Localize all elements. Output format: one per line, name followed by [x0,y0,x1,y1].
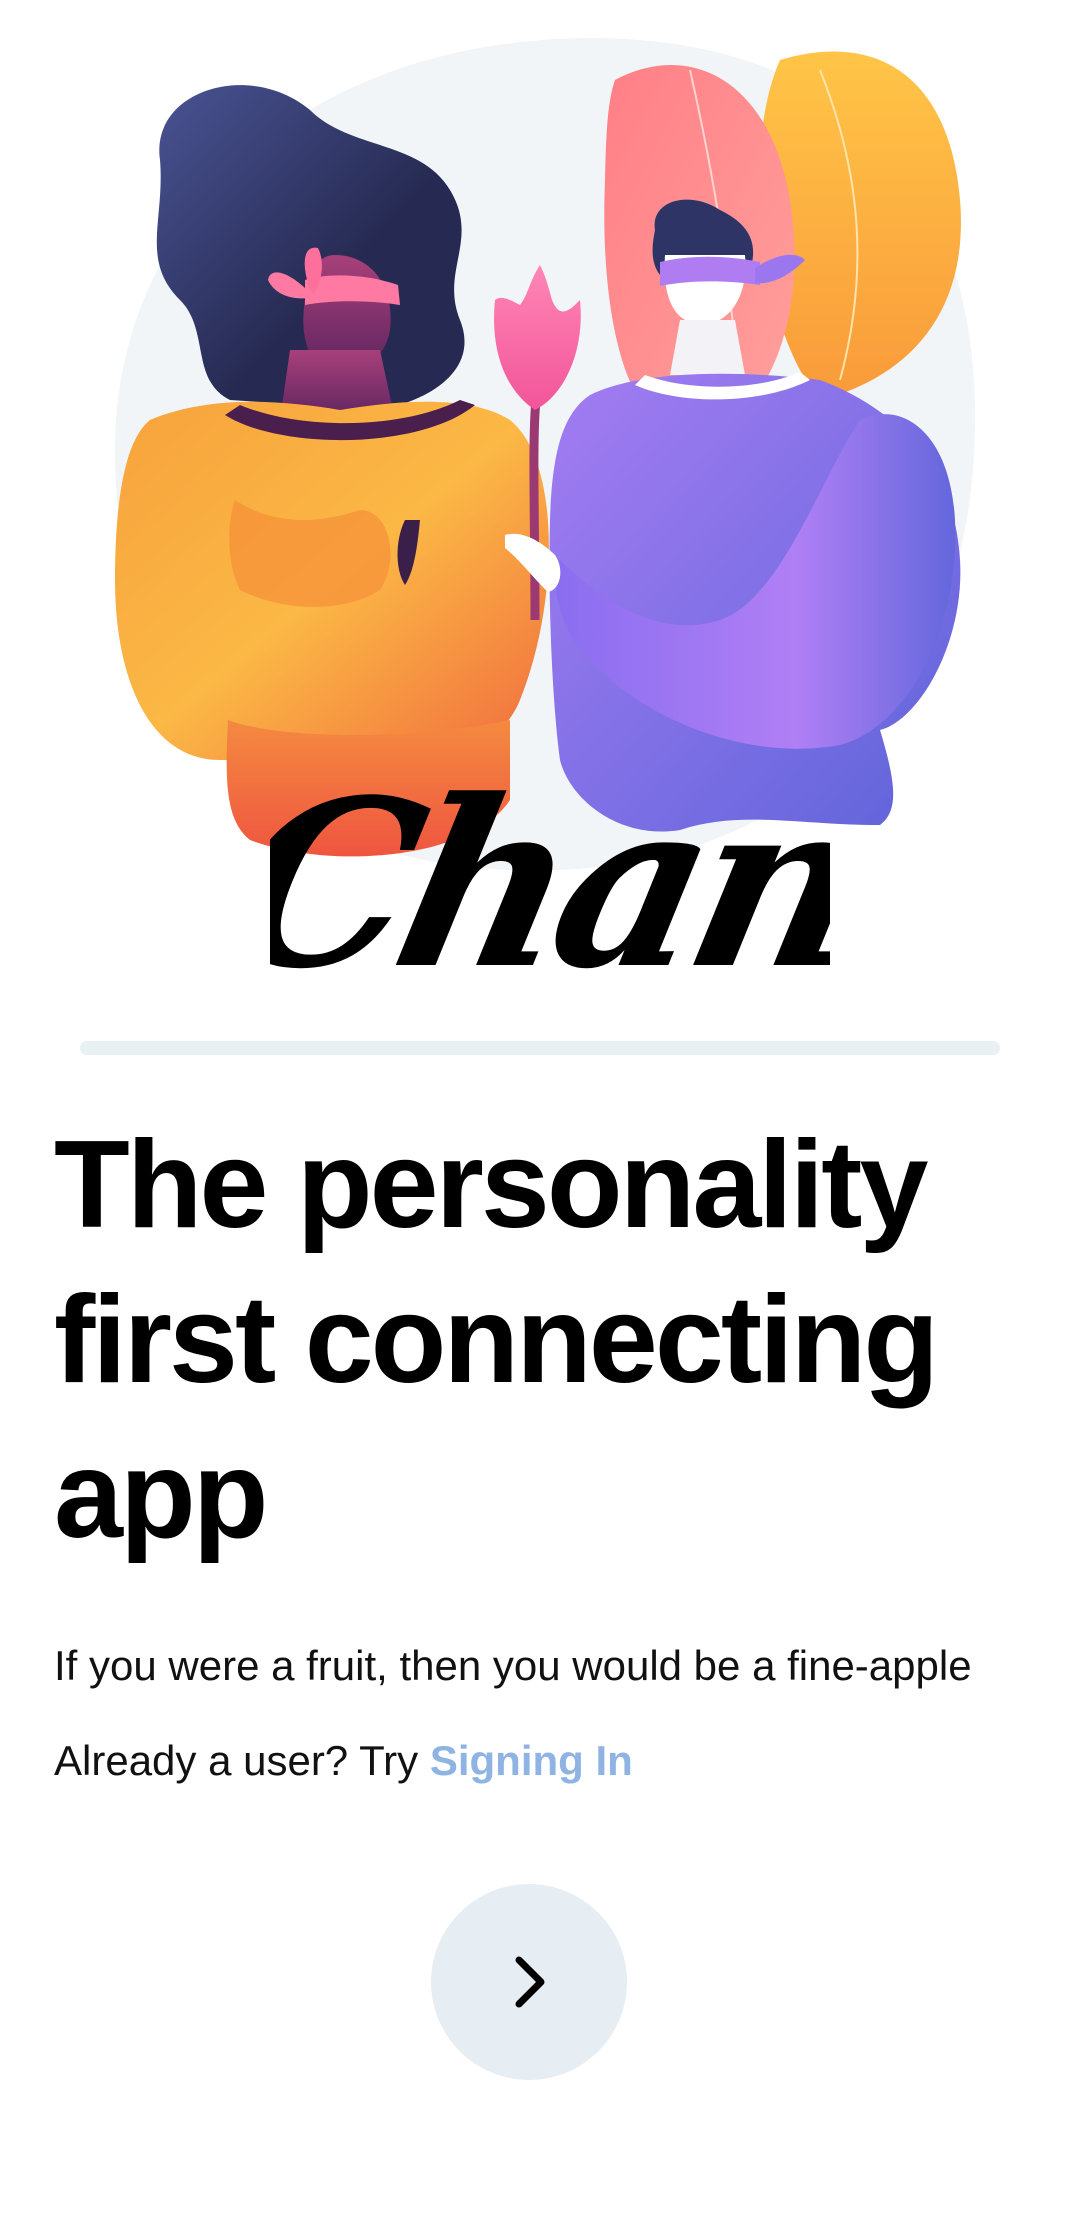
chance-logo: Chance [205,715,1080,1019]
tagline: If you were a fruit, then you would be a… [54,1642,972,1689]
next-button[interactable] [431,1884,627,2080]
signin-link[interactable]: Signing In [430,1737,633,1784]
signin-prompt-text: Already a user? Try [54,1737,430,1784]
signin-prompt: Already a user? Try Signing In [54,1733,633,1789]
logo-text: Chance [270,749,830,1005]
chevron-right-icon [499,1952,559,2012]
welcome-screen: Chance The personality first connecting … [0,0,1080,2218]
page-title: The personality first connecting app [54,1116,939,1564]
